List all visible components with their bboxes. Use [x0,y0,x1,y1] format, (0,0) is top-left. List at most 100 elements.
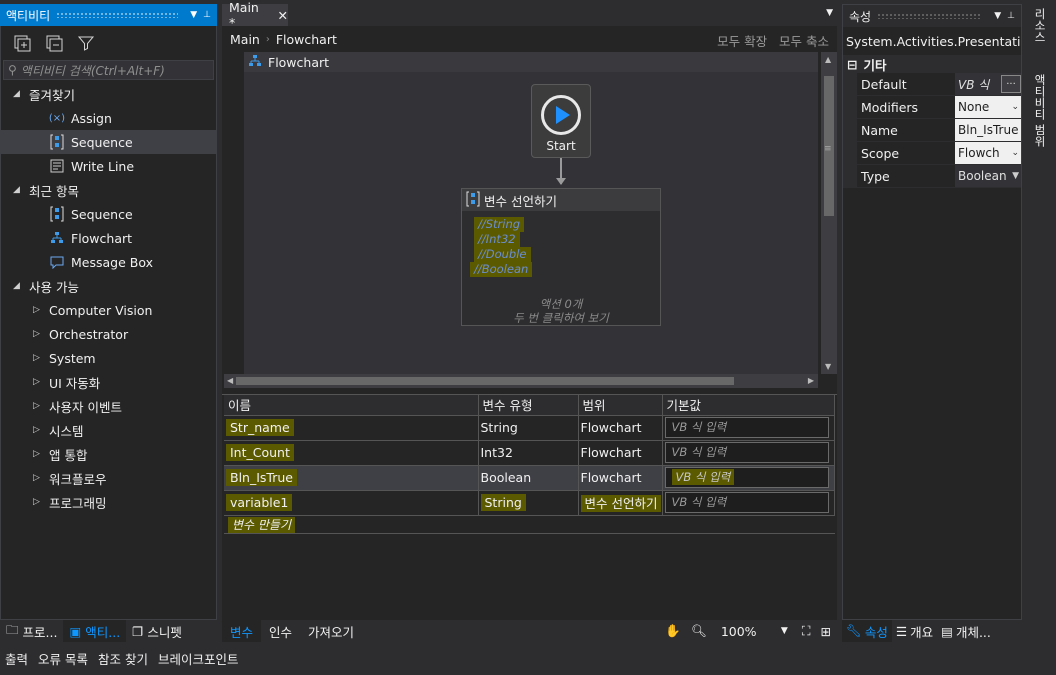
variable-row[interactable]: Bln_IsTrue Boolean Flowchart VB 식 입력 [224,465,835,491]
expanded-caret-icon[interactable]: ◢ [13,89,23,99]
variable-row[interactable]: variable1 String 변수 선언하기 VB 식 입력 [224,490,835,516]
tree-group[interactable]: ◢ 최근 항목 [1,178,216,202]
property-value[interactable]: Flowch ⌄ [955,142,1021,164]
property-value[interactable]: None ⌄ [955,96,1021,118]
tab-snippets[interactable]: ❐ 스니펫 [126,620,188,642]
tab-list-dropdown-icon[interactable]: ▼ [826,8,833,18]
scroll-down-icon[interactable]: ▼ [825,362,831,371]
scroll-right-icon[interactable]: ▶ [808,376,814,385]
hscroll-thumb[interactable] [236,377,734,385]
category-etc[interactable]: ⊟ 기타 [843,55,1021,73]
tab-error-list[interactable]: 오류 목록 [33,646,93,670]
tab-variables[interactable]: 변수 [222,620,262,642]
tab-properties[interactable]: 🔧︎ 속성 [842,620,892,642]
activity-item[interactable]: (×) Assign [1,106,216,130]
scroll-up-icon[interactable]: ▲ [825,55,831,64]
tree-category[interactable]: ▷ 사용자 이벤트 [1,394,216,418]
property-row[interactable]: Name Bln_IsTrue [843,119,1021,142]
expanded-caret-icon[interactable]: ◢ [13,185,23,195]
start-node[interactable]: Start [531,84,591,158]
create-variable-row[interactable]: 변수 만들기 [224,516,835,534]
tree-category[interactable]: ▷ 시스템 [1,418,216,442]
flowchart-header[interactable]: Flowchart [244,52,818,72]
tab-outline[interactable]: ☰ 개요 [892,620,937,642]
scroll-left-icon[interactable]: ◀ [227,376,233,385]
tab-arguments[interactable]: 인수 [261,620,300,642]
pin-icon[interactable]: ⊥ [203,10,211,20]
variable-scope-cell[interactable]: Flowchart [578,440,663,466]
collapsed-caret-icon[interactable]: ▷ [33,425,43,435]
create-variable-link[interactable]: 변수 만들기 [228,516,296,533]
collapsed-caret-icon[interactable]: ▷ [33,329,43,339]
sequence-header[interactable]: 변수 선언하기 [462,189,660,211]
tab-activities[interactable]: ▣ 액티... [63,620,127,642]
tree-group[interactable]: ◢ 사용 가능 [1,274,216,298]
collapse-all-link[interactable]: 모두 축소 [779,34,829,49]
tree-category[interactable]: ▷ 워크플로우 [1,466,216,490]
variable-name-cell[interactable]: Bln_IsTrue [224,465,479,491]
col-name-header[interactable]: 이름 [224,395,479,416]
col-scope-header[interactable]: 범위 [578,395,663,416]
zoom-icon[interactable]: 🔍︎ [691,623,707,639]
tree-category[interactable]: ▷ Computer Vision [1,298,216,322]
variable-row[interactable]: Int_Count Int32 Flowchart VB 식 입력 [224,440,835,466]
tab-main[interactable]: Main * ✕ [222,0,288,30]
ellipsis-button[interactable]: ... [1001,75,1021,93]
dropdown-arrow-icon[interactable]: ⌄ [1011,102,1019,112]
property-row[interactable]: Type Boolean ▼ [843,165,1021,188]
collapsed-caret-icon[interactable]: ▷ [33,377,43,387]
vertical-scrollbar[interactable]: ▲ ≡ ▼ [821,52,837,374]
collapsed-caret-icon[interactable]: ▷ [33,473,43,483]
variable-type-cell[interactable]: String [478,415,579,441]
activity-item[interactable]: Flowchart [1,226,216,250]
tab-breakpoints[interactable]: 브레이크포인트 [153,646,244,670]
collapse-all-icon[interactable] [45,34,63,52]
variable-type-cell[interactable]: Int32 [478,440,579,466]
tab-output[interactable]: 출력 [0,646,33,670]
collapsed-caret-icon[interactable]: ▷ [33,305,43,315]
tab-resources[interactable]: 리소스 [1032,8,1048,43]
variable-name-cell[interactable]: Int_Count [224,440,479,466]
variable-scope-cell[interactable]: Flowchart [578,415,663,441]
panel-drag-grip[interactable] [56,12,179,18]
variable-type-cell[interactable]: Boolean [478,465,579,491]
activity-item[interactable]: Sequence [1,130,216,154]
dropdown-arrow-icon[interactable]: ▼ [1012,171,1019,181]
pin-icon[interactable]: ⊥ [1007,11,1015,21]
property-row[interactable]: Modifiers None ⌄ [843,96,1021,119]
collapsed-caret-icon[interactable]: ▷ [33,353,43,363]
panel-drag-grip[interactable] [877,13,983,19]
overview-icon[interactable]: ⊞ [821,624,831,639]
activity-item[interactable]: Write Line [1,154,216,178]
col-type-header[interactable]: 변수 유형 [478,395,579,416]
property-row[interactable]: Default VB 식... [843,73,1021,96]
variable-name-cell[interactable]: Str_name [224,415,479,441]
collapsed-caret-icon[interactable]: ▷ [33,401,43,411]
collapsed-caret-icon[interactable]: ▷ [33,449,43,459]
panel-menu-icon[interactable]: ▼ [190,10,197,20]
col-default-header[interactable]: 기본값 [662,395,835,416]
dropdown-arrow-icon[interactable]: ⌄ [1011,148,1019,158]
panel-menu-icon[interactable]: ▼ [994,11,1001,21]
tree-category[interactable]: ▷ System [1,346,216,370]
collapse-category-icon[interactable]: ⊟ [847,57,857,72]
tab-activity-coverage[interactable]: 액티비티 범위 [1032,74,1048,147]
horizontal-scrollbar[interactable]: ◀ ▶ [224,374,818,388]
variable-name-cell[interactable]: variable1 [224,490,479,516]
breadcrumb-main[interactable]: Main [230,32,260,47]
activity-item[interactable]: Message Box [1,250,216,274]
vb-expression-input[interactable]: VB 식 입력 [664,467,829,488]
tree-category[interactable]: ▷ UI 자동화 [1,370,216,394]
zoom-level[interactable]: 100% [721,624,781,639]
vb-expression-input[interactable]: VB 식 입력 [664,417,829,438]
hand-pan-icon[interactable]: ✋ [665,623,681,639]
vb-expression-input[interactable]: VB 식 입력 [664,492,829,513]
filter-icon[interactable] [77,34,95,52]
tab-project[interactable]: 🗀 프로... [0,620,63,642]
tab-imports[interactable]: 가져오기 [300,620,362,642]
variable-type-cell[interactable]: String [478,490,579,516]
tree-category[interactable]: ▷ 프로그래밍 [1,490,216,514]
property-value[interactable]: VB 식... [955,73,1021,95]
vb-expression-input[interactable]: VB 식 입력 [664,442,829,463]
fit-screen-icon[interactable]: ⛶ [802,623,811,639]
